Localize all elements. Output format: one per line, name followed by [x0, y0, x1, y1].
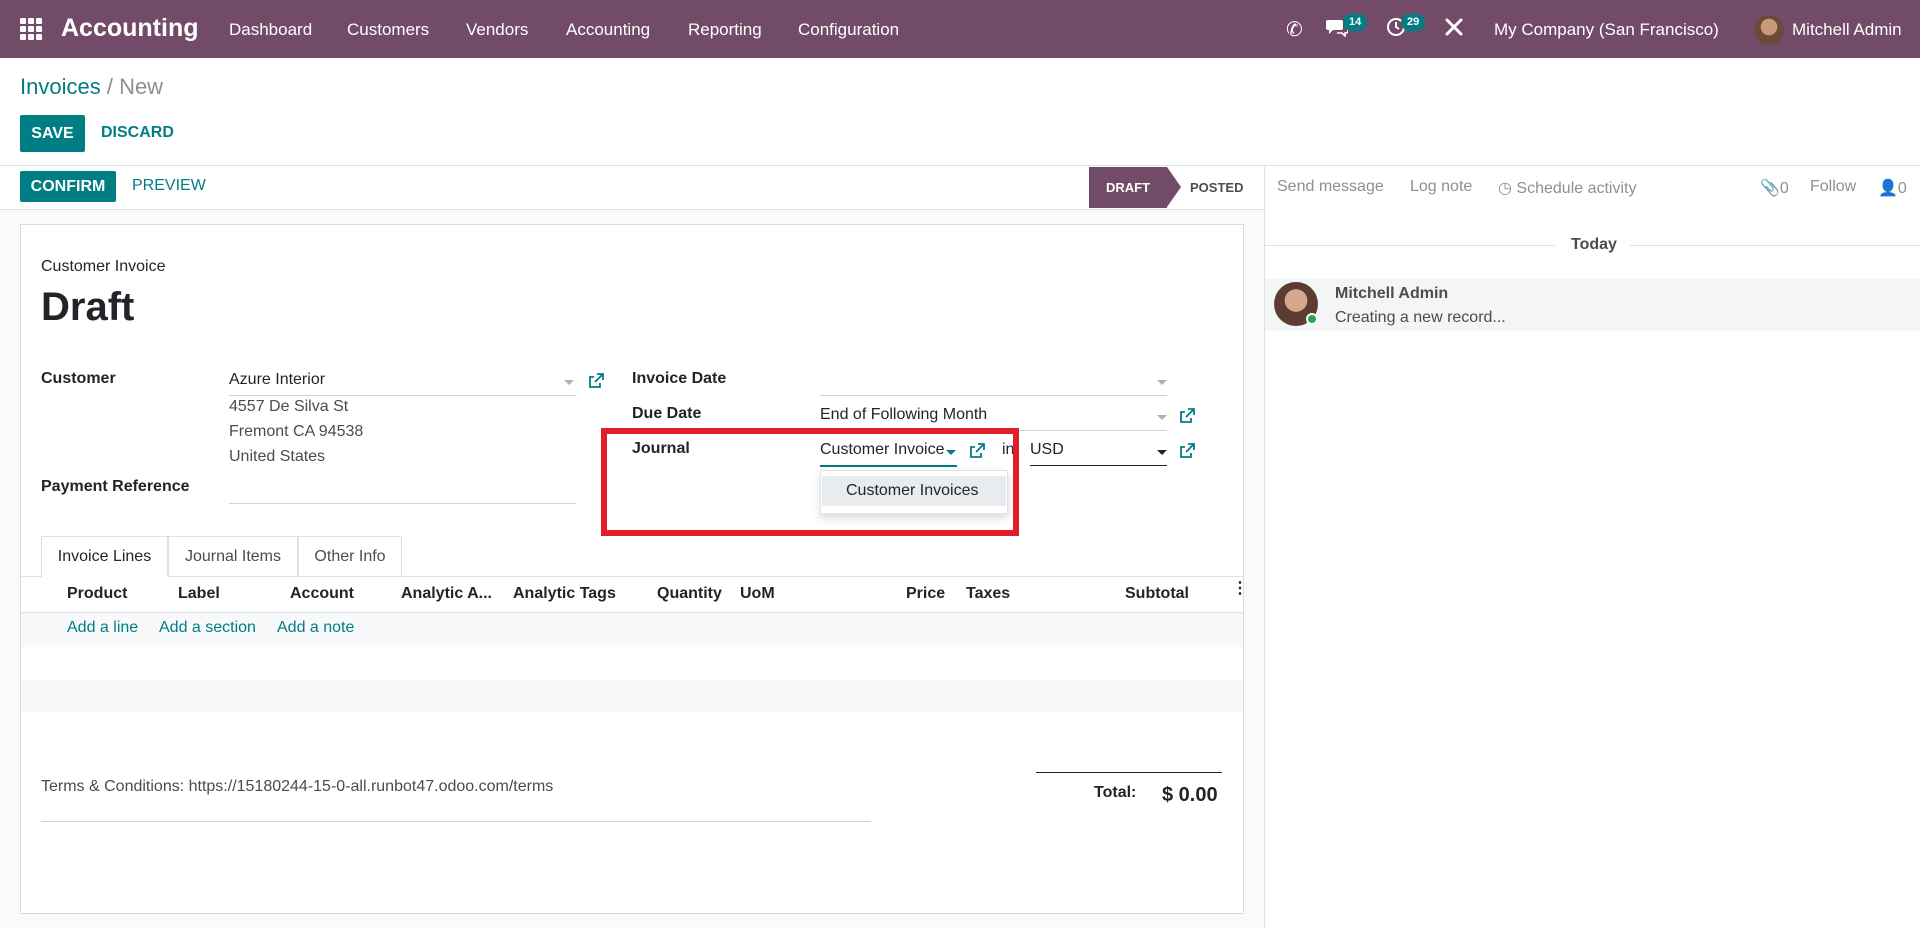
active-tab-gap — [42, 576, 167, 578]
column-analytic-tags[interactable]: Analytic Tags — [513, 585, 616, 603]
external-link-icon[interactable] — [1179, 408, 1195, 424]
app-name[interactable]: Accounting — [61, 14, 199, 43]
column-label[interactable]: Label — [178, 585, 220, 603]
customer-field[interactable]: Azure Interior — [229, 371, 325, 389]
today-line-right — [1630, 245, 1920, 246]
top-navbar: Accounting Dashboard Customers Vendors A… — [0, 0, 1920, 58]
phone-icon[interactable]: ✆ — [1286, 17, 1303, 42]
company-switcher[interactable]: My Company (San Francisco) — [1494, 20, 1719, 40]
menu-customers[interactable]: Customers — [347, 20, 429, 40]
confirm-button[interactable]: CONFIRM — [20, 171, 116, 202]
add-note-link[interactable]: Add a note — [277, 619, 354, 637]
due-date-label: Due Date — [632, 405, 702, 422]
payment-reference-input[interactable] — [229, 503, 576, 504]
clock-icon: ◷ — [1498, 180, 1512, 197]
tools-icon[interactable] — [1444, 17, 1464, 43]
currency-underline — [1030, 465, 1167, 466]
user-icon: 👤 — [1878, 180, 1898, 197]
attachments-button[interactable]: 📎0 — [1760, 178, 1789, 198]
invoice-title: Draft — [41, 285, 135, 329]
status-posted[interactable]: POSTED — [1190, 167, 1243, 208]
total-value: $ 0.00 — [1162, 784, 1218, 806]
customer-underline — [229, 395, 576, 396]
followers-button[interactable]: 👤0 — [1878, 178, 1907, 198]
column-subtotal[interactable]: Subtotal — [1125, 585, 1189, 603]
preview-button[interactable]: PREVIEW — [132, 177, 206, 195]
menu-vendors[interactable]: Vendors — [466, 20, 528, 40]
highlight-box — [601, 428, 1019, 536]
column-options-icon[interactable]: ⋮ — [1232, 581, 1248, 597]
today-line-left — [1265, 245, 1555, 246]
terms-underline — [41, 821, 871, 822]
schedule-activity-button[interactable]: ◷ Schedule activity — [1498, 178, 1636, 198]
follow-button[interactable]: Follow — [1810, 178, 1856, 196]
breadcrumb-invoices[interactable]: Invoices — [20, 74, 101, 99]
breadcrumb-separator: / — [100, 74, 120, 99]
invoice-date-dropdown-icon[interactable] — [1157, 380, 1167, 385]
breadcrumb: Invoices / New — [20, 74, 163, 100]
column-uom[interactable]: UoM — [740, 585, 775, 603]
menu-accounting[interactable]: Accounting — [566, 20, 650, 40]
doc-type: Customer Invoice — [41, 258, 166, 275]
tab-invoice-lines[interactable]: Invoice Lines — [41, 536, 168, 577]
customer-dropdown-icon[interactable] — [564, 380, 574, 385]
currency-field[interactable]: USD — [1030, 441, 1064, 459]
terms-and-conditions[interactable]: Terms & Conditions: https://15180244-15-… — [41, 778, 553, 796]
message-author[interactable]: Mitchell Admin — [1335, 285, 1448, 303]
send-message-button[interactable]: Send message — [1277, 178, 1384, 196]
schedule-activity-label: Schedule activity — [1516, 180, 1637, 197]
column-account[interactable]: Account — [290, 585, 354, 603]
attachments-count: 0 — [1779, 180, 1789, 197]
address-line3: United States — [229, 448, 326, 465]
column-taxes[interactable]: Taxes — [966, 585, 1010, 603]
log-note-button[interactable]: Log note — [1410, 178, 1472, 196]
tab-other-info[interactable]: Other Info — [298, 536, 402, 576]
table-empty-row — [21, 680, 1243, 712]
message-body: Creating a new record... — [1335, 309, 1506, 326]
status-arrow — [1167, 167, 1181, 207]
add-section-link[interactable]: Add a section — [159, 619, 256, 637]
messages-badge: 14 — [1343, 14, 1368, 31]
today-separator: Today — [1571, 236, 1617, 253]
tabs-divider — [20, 576, 1243, 577]
add-line-link[interactable]: Add a line — [67, 619, 138, 637]
menu-reporting[interactable]: Reporting — [688, 20, 762, 40]
user-avatar[interactable] — [1754, 15, 1784, 45]
column-analytic-account[interactable]: Analytic A... — [401, 585, 492, 603]
external-link-icon[interactable] — [588, 373, 604, 389]
breadcrumb-current: New — [119, 74, 164, 99]
save-button[interactable]: SAVE — [20, 115, 85, 152]
column-quantity[interactable]: Quantity — [657, 585, 722, 603]
followers-count: 0 — [1897, 180, 1907, 197]
user-menu[interactable]: Mitchell Admin — [1792, 20, 1902, 40]
external-link-icon[interactable] — [1179, 443, 1195, 459]
invoice-date-label: Invoice Date — [632, 370, 727, 387]
column-price[interactable]: Price — [906, 585, 945, 603]
discard-button[interactable]: DISCARD — [101, 124, 174, 142]
activities-badge: 29 — [1401, 14, 1426, 31]
address-line2: Fremont CA 94538 — [229, 423, 364, 440]
currency-dropdown-icon[interactable] — [1157, 450, 1167, 455]
due-date-field[interactable]: End of Following Month — [820, 406, 987, 424]
paperclip-icon: 📎 — [1760, 180, 1780, 197]
tab-journal-items[interactable]: Journal Items — [168, 536, 298, 576]
total-label: Total: — [1094, 784, 1137, 801]
customer-label: Customer — [41, 370, 116, 387]
column-product[interactable]: Product — [67, 585, 127, 603]
invoice-date-input[interactable] — [820, 395, 1167, 396]
total-divider — [1036, 772, 1222, 773]
due-date-dropdown-icon[interactable] — [1157, 415, 1167, 420]
menu-dashboard[interactable]: Dashboard — [229, 20, 312, 40]
online-status-icon — [1306, 313, 1318, 325]
app-menu-icon[interactable] — [20, 18, 42, 40]
address-line1: 4557 De Silva St — [229, 398, 349, 415]
payment-reference-label: Payment Reference — [41, 478, 190, 495]
menu-configuration[interactable]: Configuration — [798, 20, 899, 40]
status-draft[interactable]: DRAFT — [1089, 167, 1167, 208]
